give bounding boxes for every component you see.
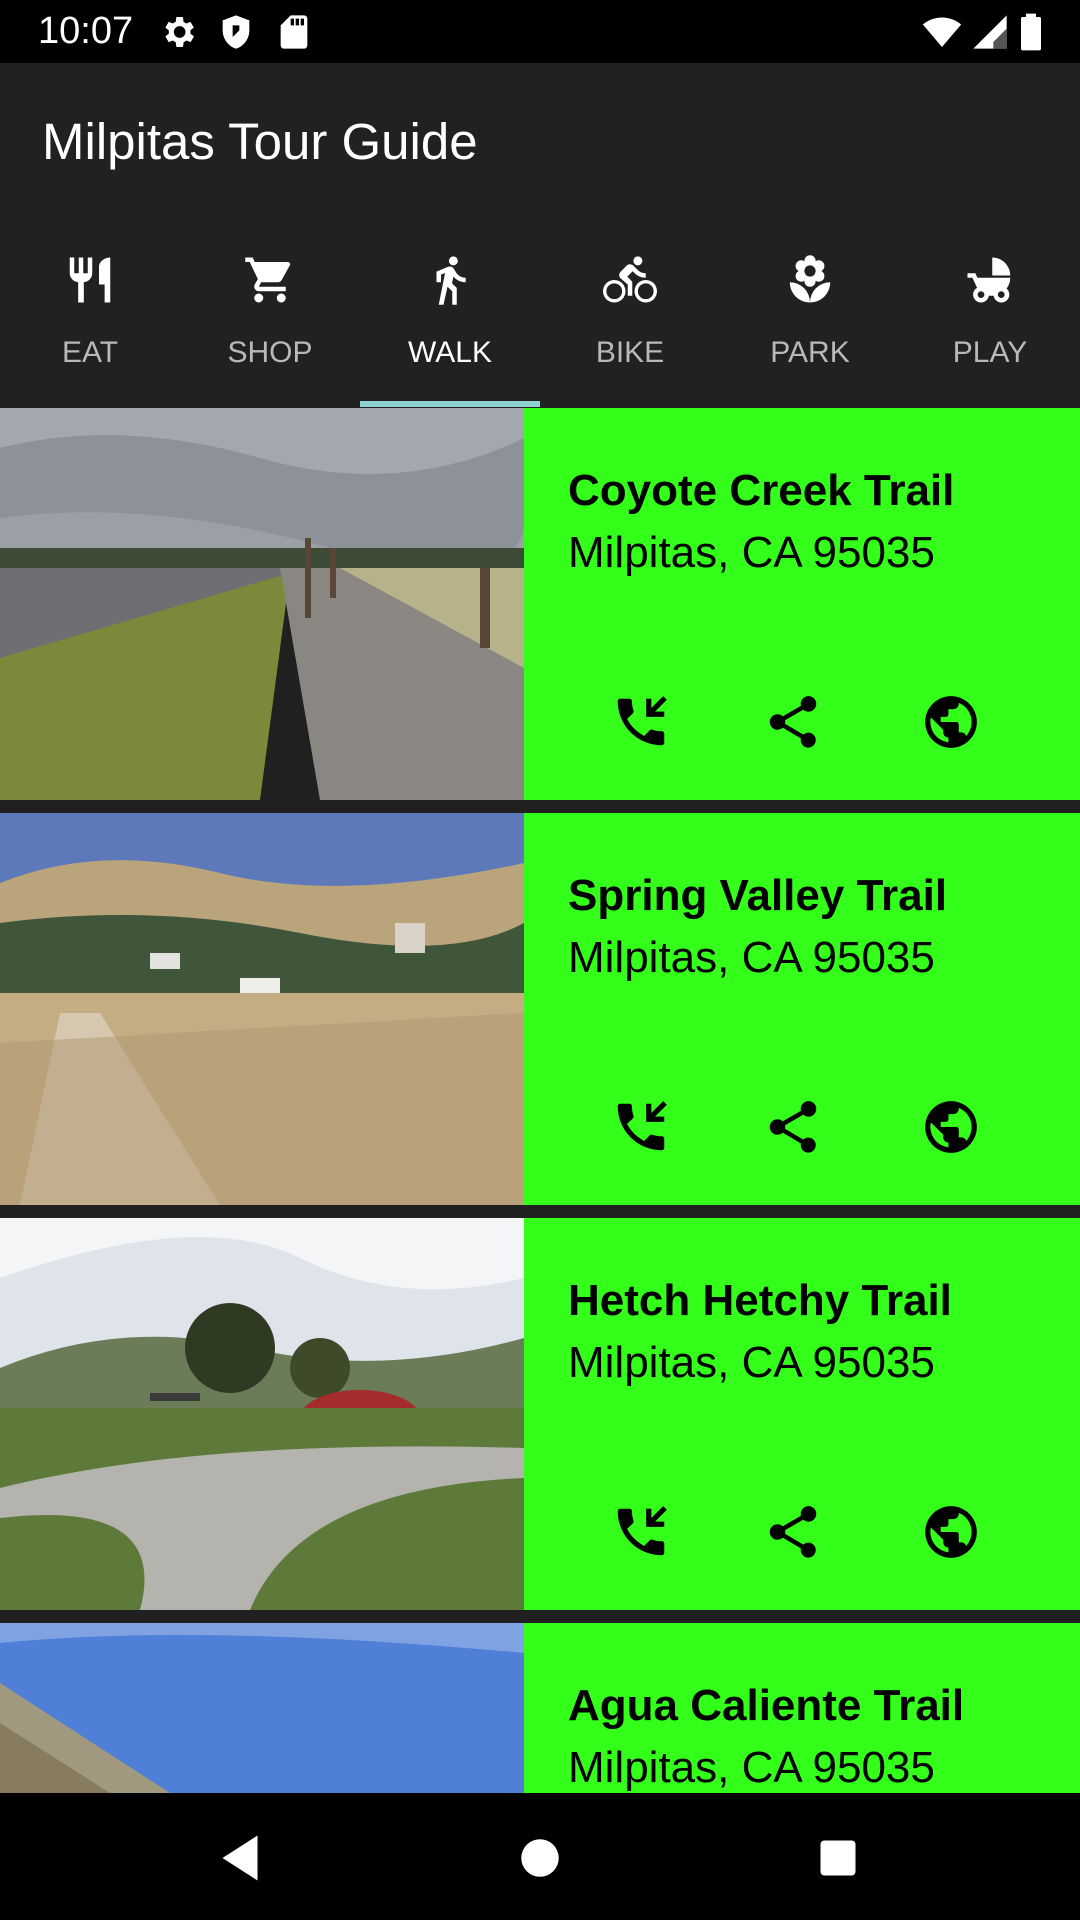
globe-icon	[925, 1101, 977, 1153]
back-icon[interactable]	[210, 1828, 270, 1888]
place-address: Milpitas, CA 95035	[568, 933, 935, 982]
place-address: Milpitas, CA 95035	[568, 528, 935, 577]
places-list[interactable]: Coyote Creek Trail Milpitas, CA 95035 Sp…	[0, 408, 1080, 1793]
home-icon[interactable]	[510, 1828, 570, 1888]
tab-label: BIKE	[595, 336, 665, 369]
tab-label: PARK	[770, 336, 850, 369]
place-name: Spring Valley Trail	[568, 871, 948, 920]
tab-label: SHOP	[227, 336, 313, 369]
call-button[interactable]	[610, 691, 672, 753]
tab-label: PLAY	[952, 336, 1028, 369]
call-button[interactable]	[610, 1096, 672, 1158]
tab-play[interactable]: PLAY	[900, 230, 1080, 407]
place-name: Coyote Creek Trail	[568, 466, 955, 515]
gear-icon	[165, 17, 194, 47]
sd-card-icon	[280, 15, 308, 49]
list-item[interactable]: Hetch Hetchy Trail Milpitas, CA 95035	[0, 1218, 1080, 1610]
place-photo	[0, 408, 524, 800]
signal-icon	[973, 15, 1007, 49]
share-button[interactable]	[762, 691, 824, 753]
tab-walk[interactable]: WALK	[360, 230, 540, 407]
globe-icon	[925, 696, 977, 748]
website-button[interactable]	[920, 1096, 982, 1158]
app-title: Milpitas Tour Guide	[42, 113, 478, 170]
place-info: Coyote Creek Trail Milpitas, CA 95035	[524, 408, 1080, 800]
tab-shop[interactable]: SHOP	[180, 230, 360, 407]
walk-icon	[436, 256, 466, 305]
call-button[interactable]	[610, 1501, 672, 1563]
tab-indicator	[360, 401, 540, 407]
place-info: Agua Caliente Trail Milpitas, CA 95035	[524, 1623, 1080, 1793]
tab-bike[interactable]: BIKE	[540, 230, 720, 407]
status-time: 10:07	[38, 10, 134, 52]
phone-icon	[617, 696, 667, 746]
place-name: Agua Caliente Trail	[568, 1681, 965, 1730]
place-address: Milpitas, CA 95035	[568, 1743, 935, 1792]
website-button[interactable]	[920, 1501, 982, 1563]
bike-icon	[603, 256, 657, 303]
share-button[interactable]	[762, 1096, 824, 1158]
cart-icon	[245, 257, 291, 303]
tab-bar: EAT SHOP WALK BIKE PARK PLAY	[0, 230, 1080, 407]
share-icon	[769, 696, 817, 748]
fork-knife-icon	[69, 257, 111, 303]
place-photo	[0, 1218, 524, 1610]
navigation-bar	[0, 1793, 1080, 1920]
website-button[interactable]	[920, 691, 982, 753]
stroller-icon	[967, 257, 1011, 303]
share-icon	[769, 1101, 817, 1153]
tab-park[interactable]: PARK	[720, 230, 900, 407]
list-item[interactable]: Spring Valley Trail Milpitas, CA 95035	[0, 813, 1080, 1205]
place-photo	[0, 1623, 524, 1793]
globe-icon	[925, 1506, 977, 1558]
shield-icon	[222, 15, 250, 49]
share-icon	[769, 1506, 817, 1558]
place-info: Spring Valley Trail Milpitas, CA 95035	[524, 813, 1080, 1205]
place-address: Milpitas, CA 95035	[568, 1338, 935, 1387]
list-item[interactable]: Agua Caliente Trail Milpitas, CA 95035	[0, 1623, 1080, 1793]
recents-icon[interactable]	[808, 1828, 868, 1888]
tab-label: EAT	[61, 336, 119, 369]
phone-icon	[617, 1506, 667, 1556]
flower-icon	[789, 255, 831, 303]
status-bar: 10:07	[0, 0, 1080, 63]
place-photo	[0, 813, 524, 1205]
tab-eat[interactable]: EAT	[0, 230, 180, 407]
share-button[interactable]	[762, 1501, 824, 1563]
battery-icon	[1021, 13, 1041, 51]
phone-icon	[617, 1101, 667, 1151]
place-info: Hetch Hetchy Trail Milpitas, CA 95035	[524, 1218, 1080, 1610]
tab-label: WALK	[408, 336, 492, 369]
wifi-icon	[922, 17, 962, 47]
list-item[interactable]: Coyote Creek Trail Milpitas, CA 95035	[0, 408, 1080, 800]
place-name: Hetch Hetchy Trail	[568, 1276, 952, 1325]
